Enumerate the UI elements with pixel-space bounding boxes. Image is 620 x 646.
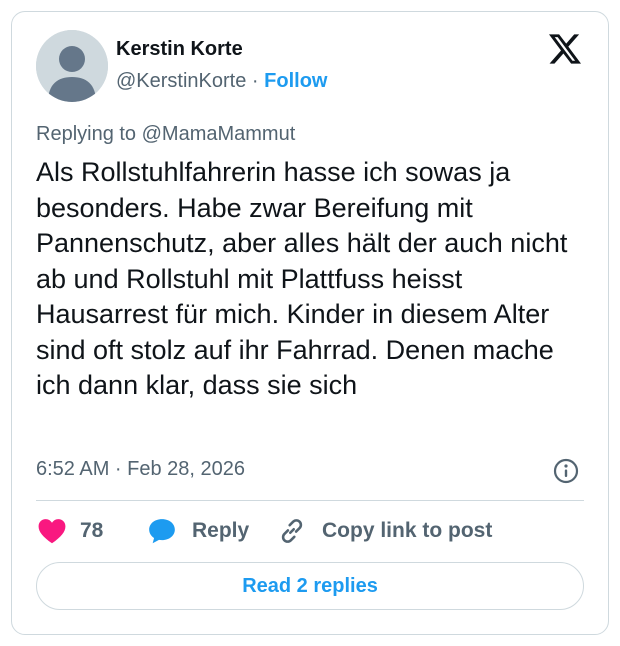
separator-dot: · xyxy=(251,70,259,92)
reply-label: Reply xyxy=(192,519,250,542)
heart-icon xyxy=(38,519,66,544)
replying-to-label: Replying to @MamaMammut xyxy=(36,123,296,145)
reply-button[interactable]: Reply xyxy=(148,513,249,549)
author-handle-row: @KerstinKorte · Follow xyxy=(116,70,327,93)
avatar[interactable] xyxy=(36,30,108,102)
tweet-text: Als Rollstuhlfahrerin hasse ich sowas ja… xyxy=(36,157,568,400)
author-handle[interactable]: @KerstinKorte xyxy=(116,70,246,92)
link-icon xyxy=(281,519,303,543)
like-button[interactable]: 78 xyxy=(38,513,103,549)
copy-link-button[interactable]: Copy link to post xyxy=(278,513,492,549)
x-logo-icon[interactable] xyxy=(549,34,581,64)
read-replies-button[interactable]: Read 2 replies xyxy=(36,562,584,610)
default-avatar-icon xyxy=(36,30,108,102)
info-icon[interactable] xyxy=(553,458,579,484)
speech-bubble-icon xyxy=(149,519,175,544)
copy-link-label: Copy link to post xyxy=(322,519,493,542)
timestamp[interactable]: 6:52 AM · Feb 28, 2026 xyxy=(36,458,245,481)
divider xyxy=(36,500,584,501)
action-bar: 78 Reply Copy link to post xyxy=(36,513,584,549)
follow-button[interactable]: Follow xyxy=(264,70,327,92)
like-count: 78 xyxy=(80,519,104,542)
author-name[interactable]: Kerstin Korte xyxy=(116,38,243,61)
